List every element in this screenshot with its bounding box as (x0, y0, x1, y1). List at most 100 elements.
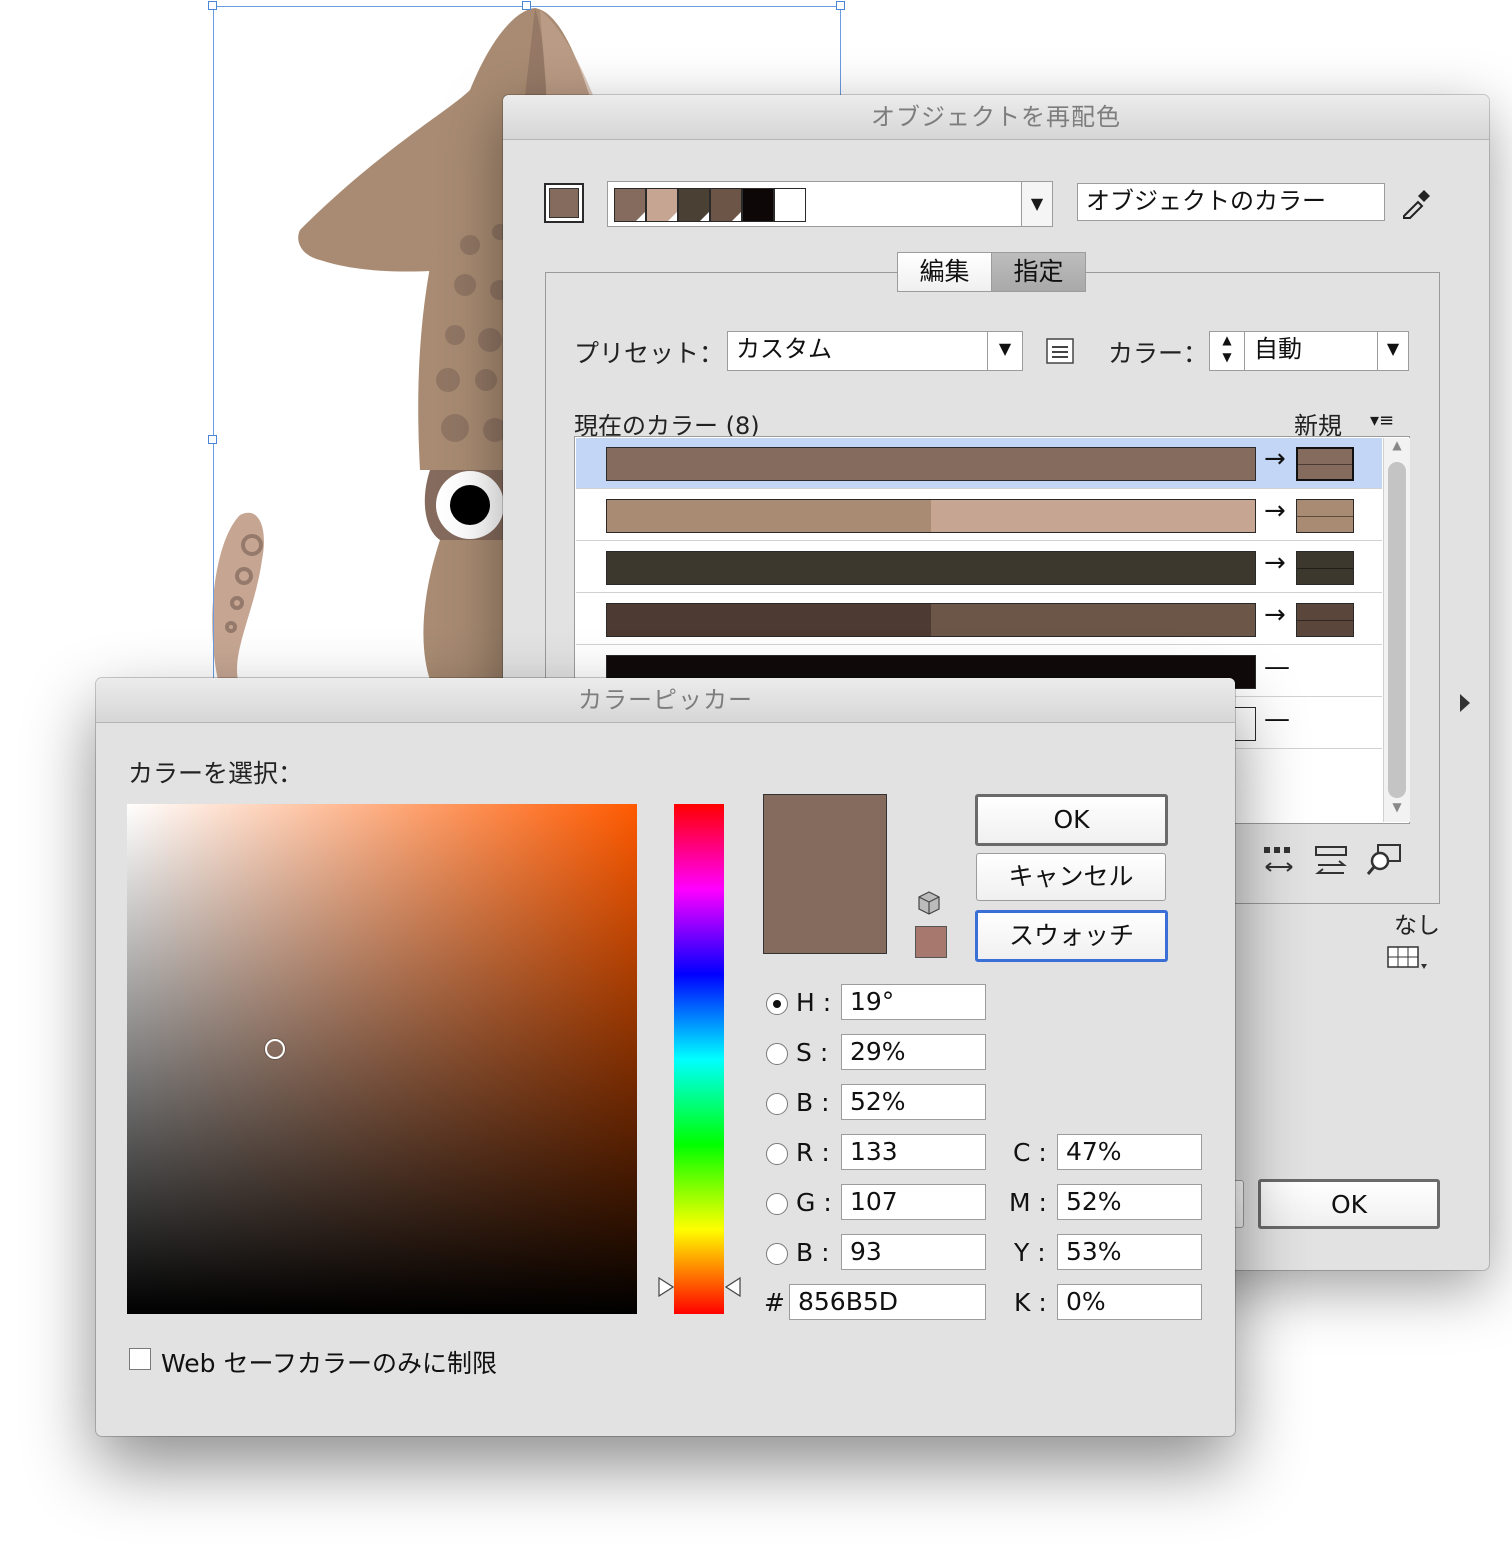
no-mapping-dash-icon[interactable]: — (1264, 652, 1290, 682)
no-mapping-dash-icon[interactable]: — (1264, 704, 1290, 734)
color-table-icon[interactable] (1386, 944, 1432, 972)
label-black: K : (1014, 1288, 1047, 1317)
web-safe-alternative-swatch[interactable] (915, 926, 947, 958)
list-menu-icon[interactable]: ▾≡ (1370, 410, 1402, 432)
selection-handle-top-right[interactable] (836, 1, 845, 10)
merge-colors-icon[interactable] (1262, 843, 1298, 877)
picker-cancel-button[interactable]: キャンセル (976, 853, 1166, 901)
picker-ok-button[interactable]: OK (975, 794, 1168, 846)
color-group-dropdown[interactable]: ▼ (1021, 182, 1052, 226)
color-mapping-row[interactable]: → (576, 438, 1382, 489)
selection-handle-top-center[interactable] (522, 1, 531, 10)
select-color-label: カラーを選択： (128, 759, 304, 788)
swatches-button[interactable]: スウォッチ (975, 910, 1168, 962)
current-color-bar[interactable] (606, 447, 1256, 481)
tab-assign[interactable]: 指定 (991, 252, 1086, 292)
new-color-swatch[interactable] (1296, 603, 1354, 637)
color-group-swatch (646, 188, 678, 222)
label-hex: # (764, 1288, 785, 1317)
eyedropper-icon[interactable] (1400, 188, 1432, 220)
radio-green[interactable] (766, 1193, 788, 1215)
green-field[interactable]: 107 (841, 1184, 986, 1220)
scroll-down-icon[interactable]: ▼ (1384, 800, 1410, 822)
color-picker-dialog: カラーピッカー カラーを選択： OK キャンセル スウォッチ H : 19° S… (96, 678, 1235, 1436)
hex-field[interactable]: 856B5D (789, 1284, 986, 1320)
hue-slider-right-handle-icon[interactable] (724, 1276, 741, 1298)
label-yellow: Y : (1014, 1238, 1046, 1267)
label-saturation: S : (796, 1038, 829, 1067)
color-preview-swatch (763, 794, 887, 954)
radio-brightness[interactable] (766, 1093, 788, 1115)
label-green: G : (796, 1188, 832, 1217)
color-picker-title: カラーピッカー (96, 678, 1235, 723)
list-scrollbar[interactable]: ▲ ▼ (1383, 438, 1410, 822)
hue-field[interactable]: 19° (841, 984, 986, 1020)
preset-options-icon[interactable] (1046, 337, 1074, 365)
find-color-icon[interactable] (1366, 843, 1402, 877)
preset-select[interactable]: カスタム ▼ (727, 331, 1023, 371)
radio-saturation[interactable] (766, 1043, 788, 1065)
brightness-field[interactable]: 52% (841, 1084, 986, 1120)
blue-field[interactable]: 93 (841, 1234, 986, 1270)
red-field[interactable]: 133 (841, 1134, 986, 1170)
sb-marker-icon[interactable] (264, 1038, 285, 1059)
magenta-field[interactable]: 52% (1057, 1184, 1202, 1220)
color-group-swatch (774, 188, 806, 222)
color-mapping-row[interactable]: → (576, 594, 1382, 645)
color-group-name-field[interactable]: オブジェクトのカラー (1077, 183, 1385, 221)
exchange-colors-icon[interactable] (1314, 843, 1350, 877)
label-red: R : (796, 1138, 830, 1167)
colors-stepper[interactable]: ▲ ▼ (1210, 332, 1245, 370)
colors-count-value: 自動 (1254, 335, 1302, 363)
colors-count-label: カラー： (1108, 339, 1209, 368)
active-color-fill (549, 188, 579, 218)
preset-value: カスタム (736, 335, 832, 363)
hue-slider[interactable] (674, 804, 724, 1314)
saturation-field[interactable]: 29% (841, 1034, 986, 1070)
color-group-swatch (614, 188, 646, 222)
selection-handle-middle-left[interactable] (208, 435, 217, 444)
arrow-right-icon[interactable]: → (1264, 496, 1286, 526)
chevron-down-icon: ▼ (1377, 332, 1408, 370)
selection-handle-top-left[interactable] (208, 1, 217, 10)
colors-count-select[interactable]: ▲ ▼ 自動 ▼ (1209, 331, 1409, 371)
label-hue: H : (796, 988, 832, 1017)
none-label: なし (1394, 913, 1440, 939)
radio-red[interactable] (766, 1143, 788, 1165)
scroll-up-icon[interactable]: ▲ (1384, 438, 1410, 460)
new-color-swatch[interactable] (1296, 447, 1354, 481)
web-safe-checkbox[interactable] (129, 1348, 151, 1370)
expand-panel-icon[interactable] (1458, 692, 1472, 714)
recolor-ok-button[interactable]: OK (1258, 1179, 1440, 1229)
radio-blue[interactable] (766, 1243, 788, 1265)
preset-label: プリセット： (574, 339, 725, 368)
hue-slider-left-handle-icon[interactable] (658, 1276, 675, 1298)
label-magenta: M : (1009, 1188, 1047, 1217)
new-color-swatch[interactable] (1296, 499, 1354, 533)
arrow-right-icon[interactable]: → (1264, 548, 1286, 578)
color-mapping-row[interactable]: → (576, 490, 1382, 541)
active-color-swatch[interactable] (544, 183, 584, 223)
out-of-web-gamut-cube-icon[interactable] (916, 890, 942, 916)
label-brightness: B : (796, 1088, 830, 1117)
color-group-swatch (678, 188, 710, 222)
arrow-right-icon[interactable]: → (1264, 444, 1286, 474)
arrow-right-icon[interactable]: → (1264, 600, 1286, 630)
color-mapping-row[interactable]: → (576, 542, 1382, 593)
label-blue: B : (796, 1238, 830, 1267)
tab-edit[interactable]: 編集 (897, 252, 992, 292)
new-color-swatch[interactable] (1296, 551, 1354, 585)
current-color-bar[interactable] (606, 551, 1256, 585)
current-color-bar[interactable] (606, 603, 1256, 637)
selection-edge-left (213, 6, 214, 696)
black-field[interactable]: 0% (1057, 1284, 1202, 1320)
color-group-swatch (710, 188, 742, 222)
selection-edge-right (840, 6, 841, 106)
radio-hue[interactable] (766, 993, 788, 1015)
yellow-field[interactable]: 53% (1057, 1234, 1202, 1270)
color-group-strip[interactable]: ▼ (607, 181, 1053, 227)
current-color-bar[interactable] (606, 499, 1256, 533)
saturation-brightness-field[interactable] (127, 804, 637, 1314)
scroll-thumb[interactable] (1388, 462, 1406, 798)
cyan-field[interactable]: 47% (1057, 1134, 1202, 1170)
